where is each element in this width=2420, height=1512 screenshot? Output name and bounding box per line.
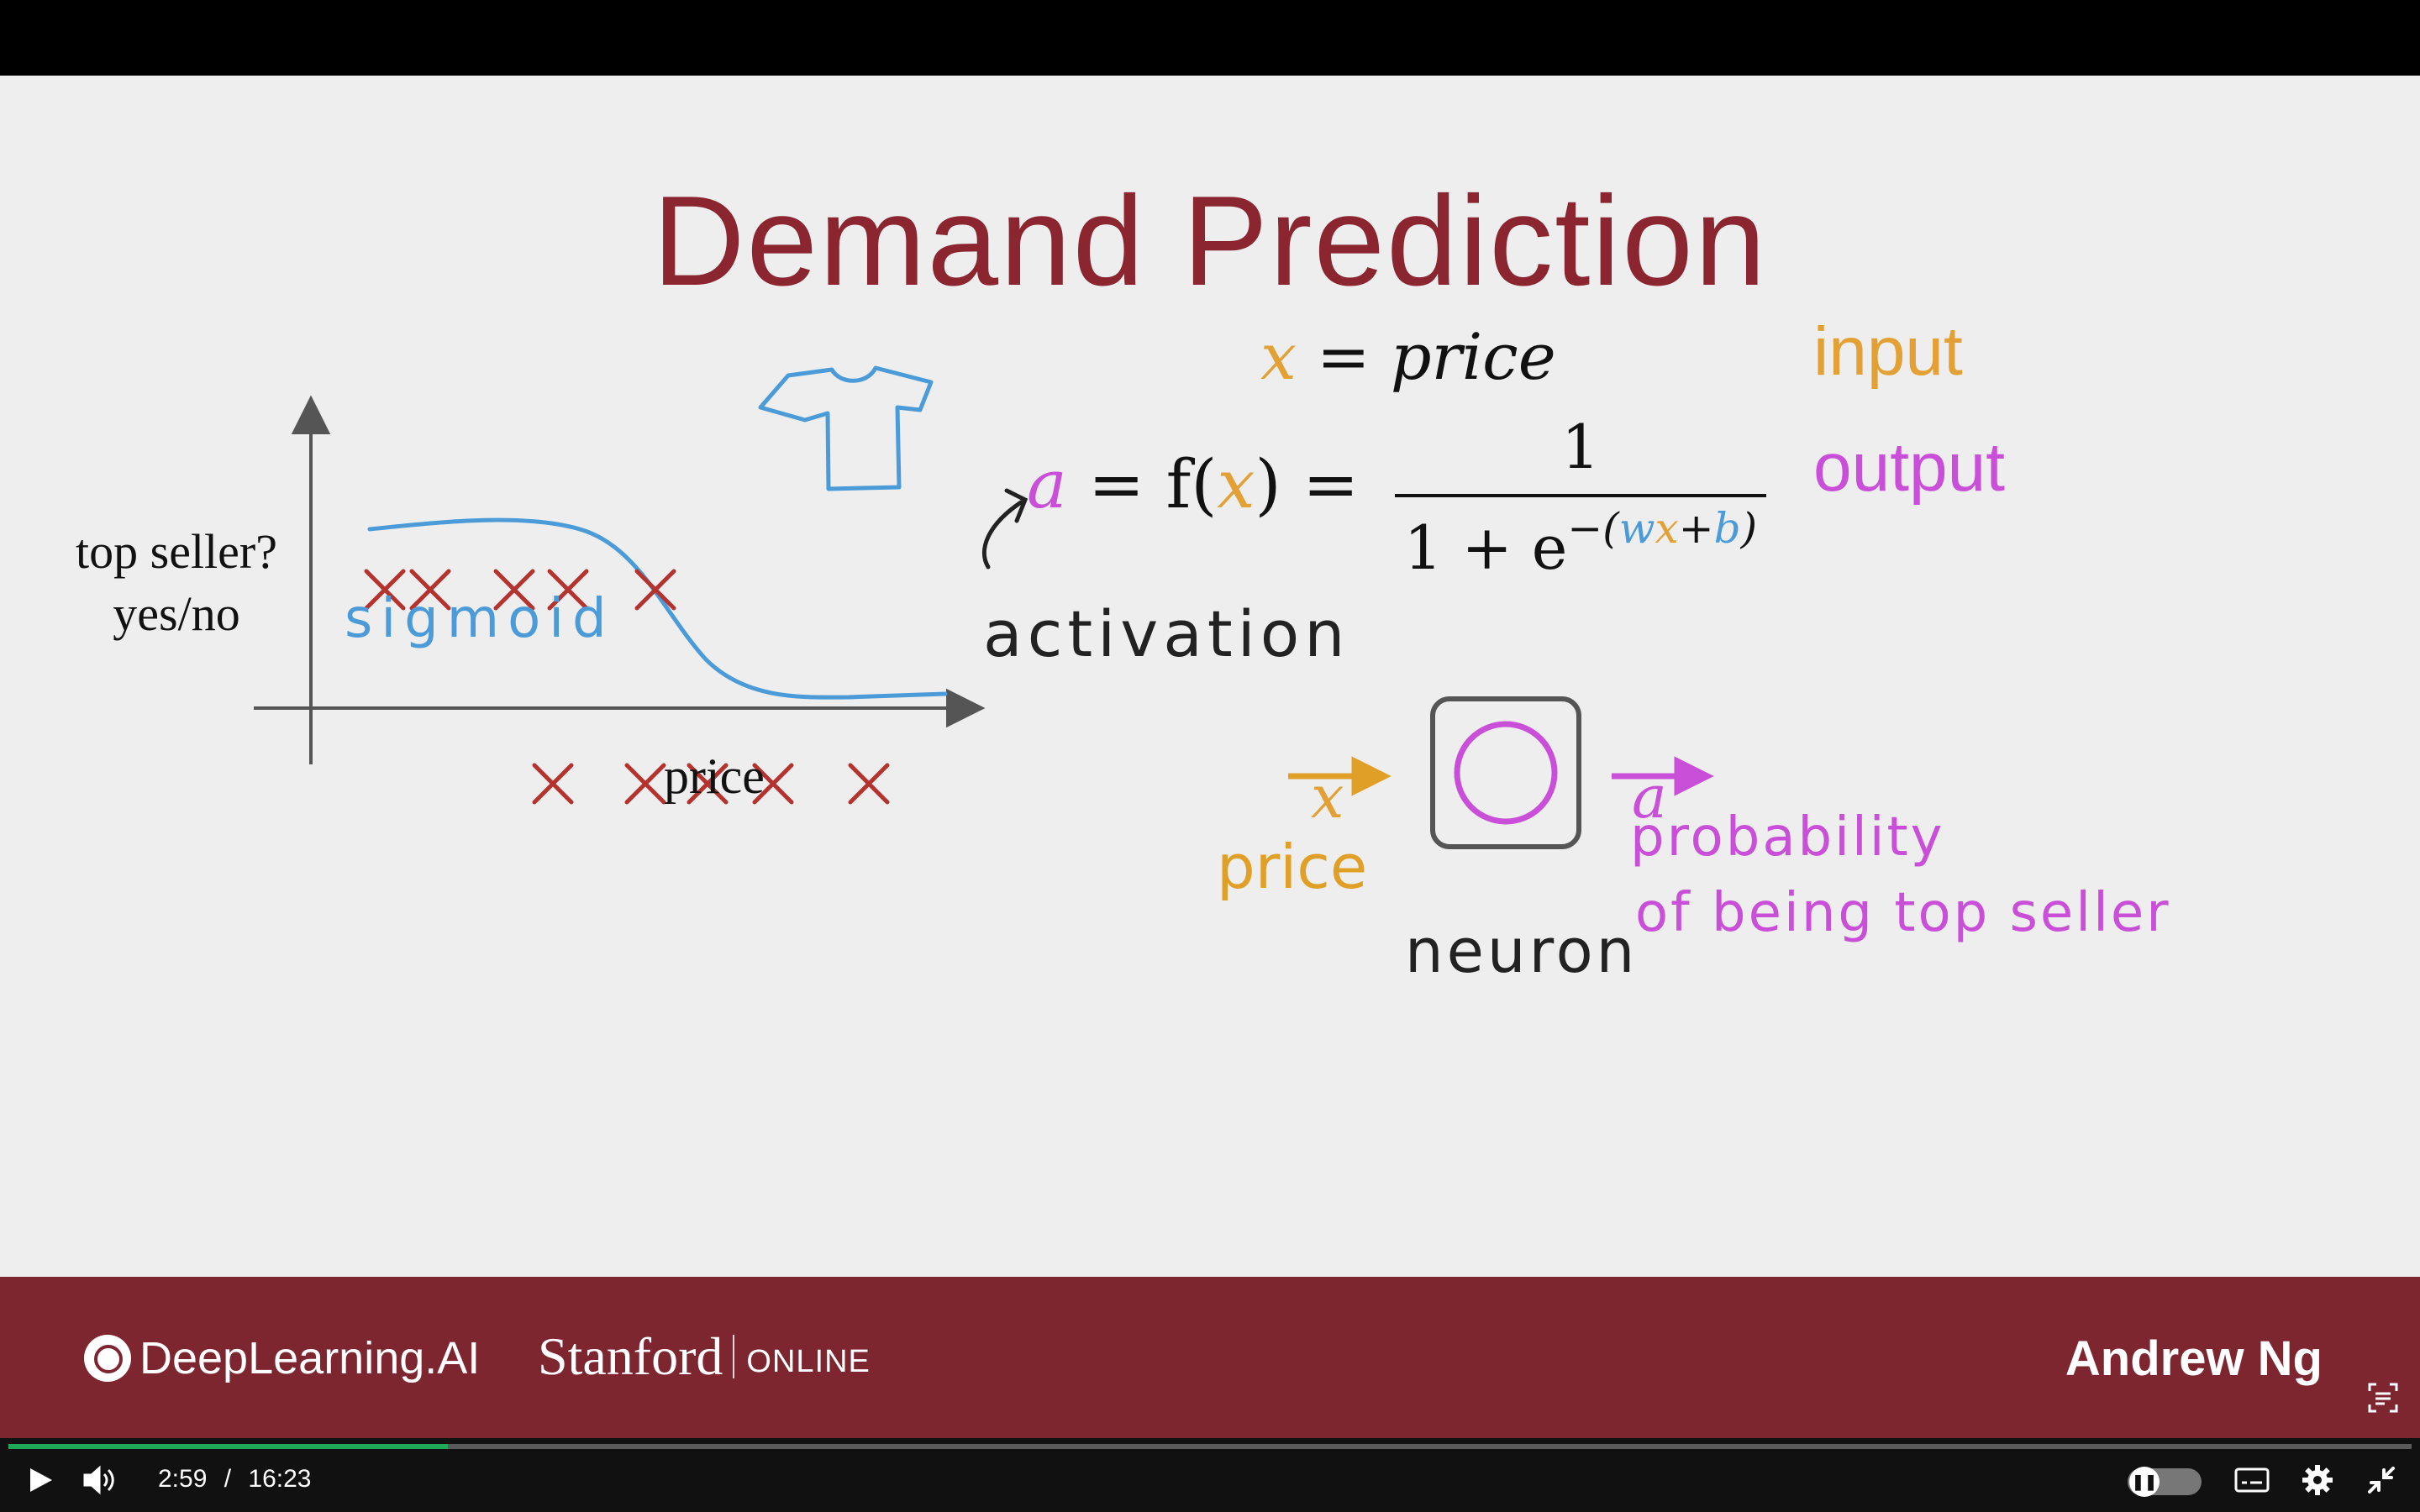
exp-open: −(: [1567, 504, 1619, 553]
input-tag: input: [1813, 313, 1963, 390]
captions-button[interactable]: [2233, 1465, 2270, 1504]
letterbox-top: [0, 0, 2420, 76]
y-axis-label-line2: yes/no: [113, 586, 240, 641]
slide-footer: DeepLearning.AI Stanford ONLINE Andrew N…: [0, 1277, 2420, 1438]
data-cross: [848, 763, 890, 805]
equation-activation: a = f(x) =: [1027, 445, 1359, 523]
stanford-online-logo: Stanford ONLINE: [538, 1326, 871, 1388]
neuron-label: neuron: [1405, 916, 1639, 986]
deeplearning-ai-icon: [84, 1335, 131, 1382]
eq2-mid2: ) =: [1255, 445, 1360, 523]
fraction-bar: [1395, 494, 1766, 497]
current-time: 2:59: [158, 1465, 208, 1493]
pause-icon: ❚❚: [2129, 1467, 2160, 1497]
stanford-text: Stanford: [538, 1326, 723, 1386]
fraction-numerator: 1: [1561, 412, 1600, 482]
exp-plus: +: [1678, 504, 1714, 553]
sigmoid-fraction: 1 1 + e−(wx+b): [1395, 412, 1766, 583]
captions-icon: [2234, 1467, 2270, 1493]
activation-label: activation: [983, 596, 1350, 671]
den-prefix: 1 + e: [1403, 512, 1568, 583]
eq1-rhs: = price: [1317, 319, 1556, 394]
brand1-text: DeepLearning.AI: [139, 1333, 481, 1383]
fraction-denominator: 1 + e−(wx+b): [1395, 504, 1766, 583]
data-crosses: [364, 569, 890, 805]
exit-fullscreen-button[interactable]: [2366, 1465, 2396, 1504]
neuron-output-label-line1: probability: [1630, 806, 1945, 869]
data-cross: [532, 763, 574, 805]
text-recognition-icon[interactable]: [2363, 1381, 2403, 1421]
neuron-output-label-line2: of being top seller: [1635, 882, 2171, 944]
play-button[interactable]: [25, 1465, 55, 1504]
stanford-separator: [733, 1335, 735, 1378]
eq2-mid1: = f(: [1066, 445, 1218, 523]
equation-input: x = price: [1260, 319, 1556, 394]
x-axis-label: price: [664, 748, 765, 804]
exp-close: ): [1740, 504, 1758, 553]
progress-played: [8, 1444, 449, 1449]
neuron-input-label: price: [1217, 832, 1368, 902]
player-controls: [0, 1438, 2420, 1512]
progress-bar[interactable]: [8, 1444, 2412, 1449]
output-tag: output: [1813, 429, 2005, 506]
presenter-name: Andrew Ng: [2065, 1331, 2323, 1386]
data-cross: [634, 569, 676, 611]
data-cross: [624, 763, 666, 805]
gear-icon: [2302, 1465, 2333, 1495]
exp-x: x: [1655, 504, 1679, 553]
volume-icon: [83, 1465, 114, 1495]
duration: 16:23: [248, 1465, 312, 1493]
eq2-a: a: [1027, 445, 1067, 523]
exp-w: w: [1618, 504, 1655, 553]
sigmoid-label: sigmoid: [345, 588, 615, 650]
settings-button[interactable]: [2301, 1463, 2334, 1505]
exp-b: b: [1713, 504, 1741, 553]
autoplay-toggle[interactable]: ❚❚: [2128, 1467, 2202, 1497]
den-exponent: −(wx+b): [1567, 504, 1757, 553]
volume-button[interactable]: [82, 1465, 119, 1504]
exit-fullscreen-icon: [2368, 1467, 2395, 1494]
eq1-x: x: [1260, 319, 1297, 394]
slide: Demand Prediction top seller? yes/no pri…: [0, 76, 2420, 1277]
y-axis-label: top seller? yes/no: [34, 521, 319, 645]
y-axis-label-line1: top seller?: [76, 524, 277, 579]
deeplearning-ai-logo: DeepLearning.AI: [84, 1332, 480, 1384]
play-icon: [30, 1468, 52, 1492]
time-display: 2:59 / 16:23: [158, 1465, 312, 1494]
time-separator: /: [224, 1465, 232, 1493]
online-text: ONLINE: [746, 1343, 871, 1379]
eq2-x: x: [1217, 445, 1255, 523]
neuron-input-symbol: x: [1311, 763, 1344, 832]
